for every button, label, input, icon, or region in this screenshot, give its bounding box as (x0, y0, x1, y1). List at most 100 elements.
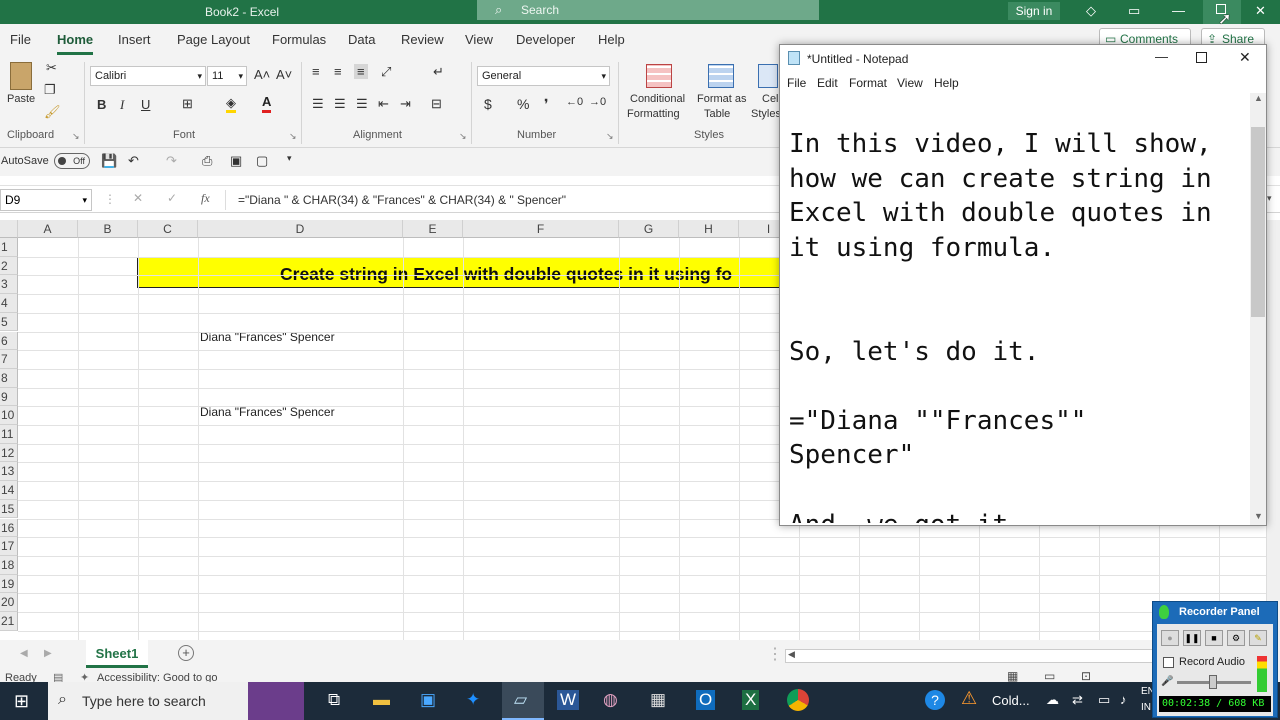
scroll-left-icon[interactable]: ◀ (788, 649, 795, 660)
picture-icon[interactable]: ▣ (230, 153, 242, 169)
notepad-menu-format[interactable]: Format (849, 76, 887, 90)
orientation-icon[interactable]: ⤢ (381, 64, 391, 80)
tab-view[interactable]: View (465, 32, 493, 47)
diamond-icon[interactable]: ◇ (1086, 3, 1096, 19)
merge-center-icon[interactable]: ⊟ (431, 96, 442, 112)
conditional-formatting-label-2[interactable]: Formatting (627, 108, 680, 120)
column-header-c[interactable]: C (138, 220, 198, 238)
row-header-18[interactable]: 18 (0, 555, 18, 575)
row-header-13[interactable]: 13 (0, 462, 18, 482)
column-header-a[interactable]: A (18, 220, 78, 238)
taskbar-search-box[interactable]: ⌕ Type here to search (48, 682, 304, 720)
insert-function-button[interactable]: fx (201, 191, 210, 206)
font-launcher-icon[interactable]: ↘ (289, 131, 297, 142)
battery-icon[interactable]: ▭ (1098, 692, 1110, 708)
column-header-h[interactable]: H (679, 220, 739, 238)
chrome-icon[interactable] (787, 689, 809, 711)
volume-icon[interactable]: ♪ (1120, 692, 1127, 707)
alignment-launcher-icon[interactable]: ↘ (459, 131, 467, 142)
volume-slider-thumb[interactable] (1209, 675, 1217, 689)
redo-icon[interactable]: ↷ (166, 153, 177, 169)
formula-input[interactable]: ="Diana " & CHAR(34) & "Frances" & CHAR(… (238, 193, 566, 207)
normal-view-icon[interactable]: ▦ (1007, 669, 1018, 683)
align-bottom-icon[interactable]: ≡ (354, 64, 368, 79)
format-painter-icon[interactable]: 🖌 (44, 104, 61, 120)
tab-developer[interactable]: Developer (516, 32, 575, 47)
align-top-icon[interactable]: ≡ (312, 64, 320, 79)
increase-decimal-icon[interactable]: ←0 (566, 96, 583, 108)
scroll-thumb[interactable] (1251, 127, 1265, 317)
clipboard-launcher-icon[interactable]: ↘ (72, 131, 80, 142)
horizontal-scrollbar[interactable]: ◀ (785, 649, 1155, 663)
conditional-formatting-label-1[interactable]: Conditional (630, 93, 685, 105)
decrease-font-icon[interactable]: A˅ (276, 67, 292, 82)
tab-data[interactable]: Data (348, 32, 375, 47)
row-header-12[interactable]: 12 (0, 443, 18, 463)
tab-home[interactable]: Home (57, 32, 94, 55)
notepad-menu-help[interactable]: Help (934, 76, 959, 90)
notepad-vertical-scrollbar[interactable]: ▲ ▼ (1250, 93, 1266, 525)
enter-icon[interactable]: ✓ (167, 191, 177, 205)
comma-style-icon[interactable]: ❜ (544, 96, 549, 113)
borders-icon[interactable]: ⊞ (182, 96, 193, 112)
notepad-taskbar-button[interactable]: ▱ (502, 682, 544, 720)
language-line-2[interactable]: IN (1141, 702, 1151, 713)
excel-icon[interactable]: X (742, 690, 760, 710)
excel-search-box[interactable]: ⌕ Search (477, 0, 819, 20)
bold-button[interactable]: B (97, 97, 106, 112)
underline-button[interactable]: U (141, 97, 150, 112)
file-explorer-icon[interactable]: ▬ (373, 690, 390, 710)
row-header-20[interactable]: 20 (0, 593, 18, 612)
row-header-16[interactable]: 16 (0, 518, 18, 538)
row-header-11[interactable]: 11 (0, 425, 18, 444)
currency-button[interactable]: $ (484, 96, 492, 112)
sheet-prev-icon[interactable]: ◀ (20, 648, 28, 659)
close-icon[interactable]: ✕ (1239, 49, 1251, 66)
row-header-17[interactable]: 17 (0, 537, 18, 556)
number-launcher-icon[interactable]: ↘ (606, 131, 614, 142)
outlook-icon[interactable]: O (696, 690, 716, 710)
column-header-d[interactable]: D (198, 220, 403, 238)
column-header-g[interactable]: G (619, 220, 679, 238)
autosave-toggle[interactable]: Off (54, 153, 90, 169)
decrease-indent-icon[interactable]: ⇤ (378, 96, 389, 112)
sign-in-button[interactable]: Sign in (1008, 2, 1060, 20)
page-break-view-icon[interactable]: ⊡ (1081, 669, 1091, 683)
minimize-icon[interactable]: — (1155, 49, 1168, 64)
percent-button[interactable]: % (517, 96, 529, 112)
column-header-e[interactable]: E (403, 220, 463, 238)
row-header-15[interactable]: 15 (0, 499, 18, 519)
column-header-b[interactable]: B (78, 220, 138, 238)
copy-icon[interactable]: ❐ (44, 82, 56, 98)
store-icon[interactable]: ▣ (420, 690, 436, 710)
row-header-9[interactable]: 9 (0, 387, 18, 407)
tab-review[interactable]: Review (401, 32, 444, 47)
cancel-icon[interactable]: ✕ (133, 191, 143, 205)
notepad-text-area[interactable]: In this video, I will show, how we can c… (789, 127, 1251, 523)
fill-color-icon[interactable]: ◈ (226, 96, 236, 113)
sheet-tab-splitter-icon[interactable]: ⋮ (767, 644, 783, 664)
weather-text[interactable]: Cold... (992, 693, 1030, 708)
print-icon[interactable]: ⎙ (202, 153, 212, 169)
title-banner-cell[interactable]: Create string in Excel with double quote… (137, 257, 797, 288)
pause-icon[interactable]: ❚❚ (1183, 630, 1201, 646)
row-header-3[interactable]: 3 (0, 275, 18, 295)
close-icon[interactable]: ✕ (1255, 3, 1266, 19)
align-center-icon[interactable]: ☰ (334, 96, 346, 112)
sheet-next-icon[interactable]: ▶ (44, 648, 52, 659)
name-box[interactable]: D9 ▾ (0, 189, 92, 211)
minimize-icon[interactable]: — (1172, 3, 1185, 18)
save-icon[interactable]: 💾 (101, 153, 117, 169)
draw-icon[interactable]: ✎ (1249, 630, 1267, 646)
row-header-5[interactable]: 5 (0, 312, 18, 332)
row-header-7[interactable]: 7 (0, 350, 18, 369)
row-header-21[interactable]: 21 (0, 612, 18, 631)
add-sheet-icon[interactable]: + (178, 645, 194, 661)
word-icon[interactable]: W (557, 690, 580, 710)
page-layout-view-icon[interactable]: ▭ (1044, 669, 1055, 683)
row-header-6[interactable]: 6 (0, 331, 18, 351)
cell-styles-label-2[interactable]: Styles (751, 108, 781, 120)
help-icon[interactable]: ? (925, 690, 945, 710)
tray-icon[interactable]: ☁ (1046, 692, 1059, 708)
tab-page-layout[interactable]: Page Layout (177, 32, 250, 47)
